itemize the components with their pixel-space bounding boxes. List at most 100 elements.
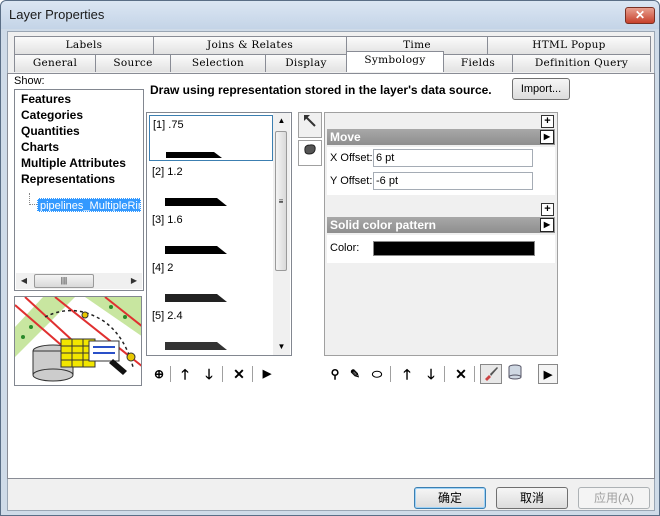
x-offset-label: X Offset:	[330, 152, 373, 164]
tab-row-front: General Source Selection Display Symbolo…	[14, 51, 654, 72]
tree-item-charts[interactable]: Charts	[21, 140, 59, 154]
window-title: Layer Properties	[9, 7, 105, 22]
toolbar-separator	[390, 366, 391, 382]
cancel-button[interactable]: 取消	[496, 487, 568, 509]
scroll-thumb[interactable]: |||	[34, 274, 94, 288]
move-section-header: Move ▶	[327, 129, 555, 145]
ok-button[interactable]: 确定	[414, 487, 486, 509]
delete-icon[interactable]: ✕	[452, 364, 470, 384]
apply-button[interactable]: 应用(A)	[578, 487, 650, 509]
blob-polygon-icon	[304, 144, 316, 155]
rule-item[interactable]: [2] 1.2	[149, 163, 273, 209]
tab-definition-query[interactable]: Definition Query	[512, 54, 651, 72]
layer-properties-window: Layer Properties ✕ Labels Joins & Relate…	[0, 0, 660, 516]
add-marker-icon[interactable]: ⚲	[326, 364, 344, 384]
rule-properties-panel: + Move ▶ X Offset: 6 pt Y Offset: -6 pt …	[324, 112, 558, 356]
add-stroke-icon[interactable]: ✎	[346, 364, 364, 384]
tab-symbology[interactable]: Symbology	[346, 51, 444, 72]
rule-symbol-icon	[165, 342, 227, 350]
renderer-preview-image	[14, 296, 142, 386]
add-fill-icon[interactable]: ⬭	[368, 364, 386, 384]
color-label: Color:	[330, 242, 360, 254]
representation-rules-list: [1] .75 [2] 1.2 [3] 1.6 [4] 2 [5] 2.4 ▲	[146, 112, 292, 356]
expand-arrow-icon[interactable]: ▶	[540, 218, 554, 232]
database-icon[interactable]	[506, 364, 524, 384]
rule-label: [5] 2.4	[152, 310, 183, 322]
play-arrow-icon[interactable]: ▶	[538, 364, 558, 384]
symbology-panel: Show: Features Categories Quantities Cha…	[7, 73, 655, 479]
database-cylinder-icon	[508, 364, 522, 380]
tab-labels[interactable]: Labels	[14, 36, 154, 54]
paintbrush-icon	[485, 367, 498, 381]
add-rule-button[interactable]: ⊕	[150, 364, 168, 384]
marker-layer-tab[interactable]	[298, 112, 322, 138]
layer-type-tabs	[298, 112, 324, 172]
scroll-up-icon[interactable]: ▲	[273, 113, 290, 129]
rule-label: [4] 2	[152, 262, 174, 274]
move-down-icon[interactable]: 🡓	[200, 364, 218, 384]
toolbar-separator	[222, 366, 223, 382]
tab-html-popup[interactable]: HTML Popup	[487, 36, 651, 54]
toolbar-separator	[170, 366, 171, 382]
move-section-body: X Offset: 6 pt Y Offset: -6 pt	[327, 147, 555, 195]
rules-vertical-scrollbar[interactable]: ▲ ≡ ▼	[273, 113, 290, 355]
rule-item[interactable]: [3] 1.6	[149, 211, 273, 257]
rule-symbol-icon	[165, 246, 227, 254]
tree-item-features[interactable]: Features	[21, 92, 71, 106]
scroll-right-icon[interactable]: ▶	[126, 273, 142, 289]
rule-symbol-icon	[165, 198, 227, 206]
fill-layer-tab[interactable]	[298, 140, 322, 166]
close-button[interactable]: ✕	[625, 7, 655, 24]
rule-symbol-icon	[166, 152, 222, 158]
tab-fields[interactable]: Fields	[443, 54, 513, 72]
fill-section-title: Solid color pattern	[330, 218, 437, 232]
tab-general[interactable]: General	[14, 54, 96, 72]
rule-label: [3] 1.6	[152, 214, 183, 226]
y-offset-field[interactable]: -6 pt	[373, 172, 533, 190]
y-offset-label: Y Offset:	[330, 175, 373, 187]
tree-item-quantities[interactable]: Quantities	[21, 124, 80, 138]
move-down-icon[interactable]: 🡓	[422, 364, 440, 384]
import-button[interactable]: Import...	[512, 78, 570, 100]
tab-joins-relates[interactable]: Joins & Relates	[153, 36, 347, 54]
x-offset-field[interactable]: 6 pt	[373, 149, 533, 167]
move-up-icon[interactable]: 🡑	[176, 364, 194, 384]
tab-source[interactable]: Source	[95, 54, 171, 72]
map-illustration-icon	[15, 297, 141, 385]
expand-arrow-icon[interactable]: ▶	[540, 130, 554, 144]
rule-item[interactable]: [1] .75	[149, 115, 273, 161]
rule-symbol-icon	[165, 294, 227, 302]
tree-item-representations[interactable]: Representations	[21, 172, 115, 186]
tab-selection[interactable]: Selection	[170, 54, 266, 72]
rule-item[interactable]: [5] 2.4	[149, 307, 273, 353]
rule-label: [2] 1.2	[152, 166, 183, 178]
fill-section-header: Solid color pattern ▶	[327, 217, 555, 233]
scroll-left-icon[interactable]: ◀	[16, 273, 32, 289]
play-arrow-icon[interactable]: ▶	[258, 364, 276, 384]
color-swatch[interactable]	[373, 241, 535, 256]
tree-horizontal-scrollbar[interactable]: ◀ ||| ▶	[16, 273, 142, 289]
tab-row-back: Labels Joins & Relates Time HTML Popup	[14, 36, 654, 54]
tab-display[interactable]: Display	[265, 54, 347, 72]
add-effect-icon[interactable]: +	[541, 115, 554, 128]
rule-item[interactable]: [4] 2	[149, 259, 273, 305]
tree-connector	[29, 193, 37, 205]
title-bar: Layer Properties ✕	[1, 1, 659, 29]
toolbar-separator	[474, 366, 475, 382]
renderer-tree: Features Categories Quantities Charts Mu…	[14, 89, 144, 291]
scroll-down-icon[interactable]: ▼	[273, 339, 290, 355]
delete-icon[interactable]: ✕	[230, 364, 248, 384]
toolbar-separator	[252, 366, 253, 382]
renderer-description: Draw using representation stored in the …	[150, 83, 492, 97]
show-label: Show:	[14, 75, 45, 87]
add-effect-icon[interactable]: +	[541, 203, 554, 216]
tree-item-multiple-attributes[interactable]: Multiple Attributes	[21, 156, 126, 170]
rule-label: [1] .75	[153, 119, 184, 131]
move-up-icon[interactable]: 🡑	[398, 364, 416, 384]
tree-item-pipelines-representation[interactable]: pipelines_MultipleRin	[37, 198, 141, 212]
move-section-title: Move	[330, 130, 361, 144]
tree-item-categories[interactable]: Categories	[21, 108, 83, 122]
toolbar-separator	[444, 366, 445, 382]
scroll-thumb[interactable]: ≡	[275, 131, 287, 271]
brush-icon[interactable]	[480, 364, 502, 384]
